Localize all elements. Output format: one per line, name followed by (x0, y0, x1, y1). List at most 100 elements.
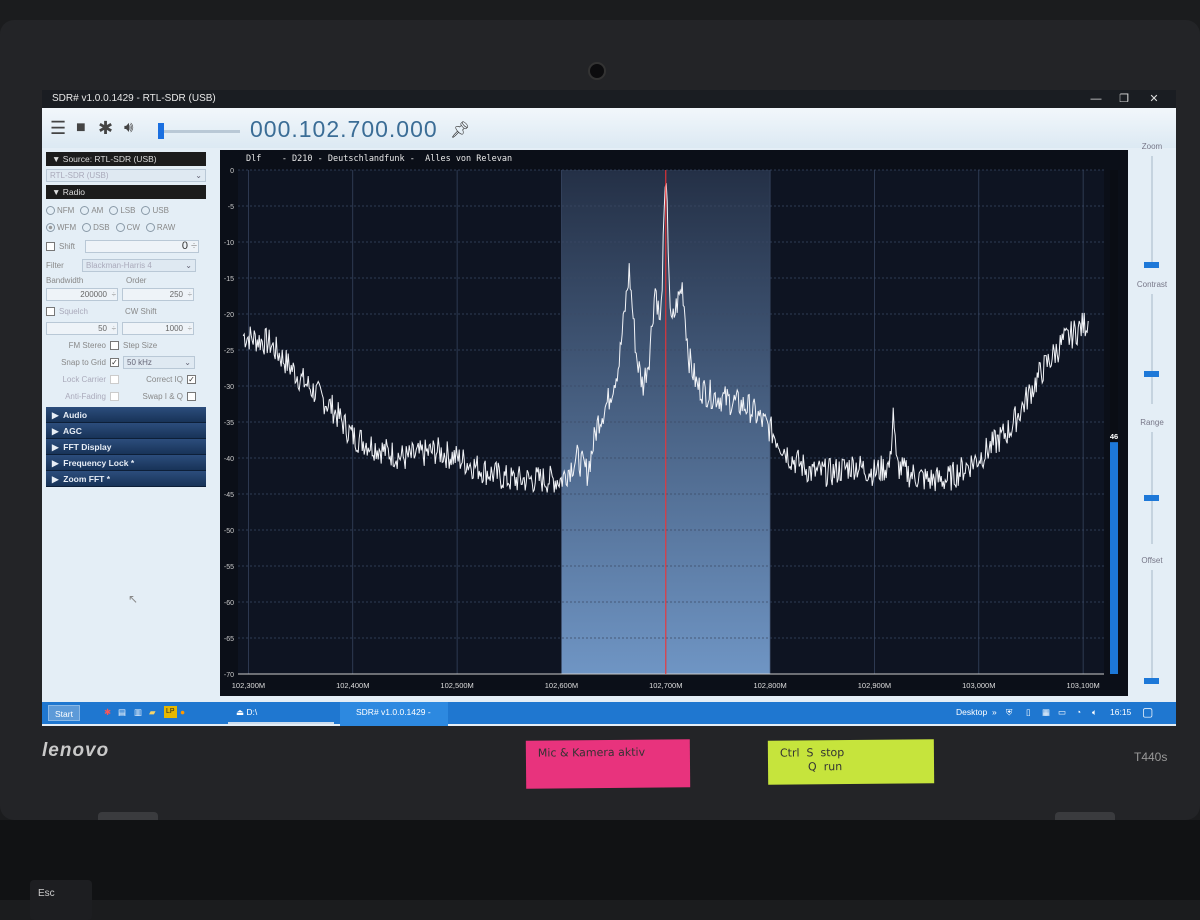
contrast-slider-thumb[interactable] (1144, 371, 1159, 377)
squelch-labels: Squelch CW Shift (46, 303, 206, 320)
squelch-row: 50 1000 (46, 320, 206, 337)
zoom-slider[interactable] (1151, 156, 1153, 268)
order-input[interactable]: 250 (122, 288, 194, 301)
section-audio[interactable]: ▶ Audio (46, 407, 206, 423)
shift-row: Shift 0 (46, 236, 206, 256)
folder-icon[interactable]: ▰ (149, 702, 156, 722)
spectrum-chart[interactable]: 0 -5 -10 -15 -20 -25 -30 -35 -40 -45 -50 -55 -60 -65 -… (220, 150, 1128, 696)
source-select[interactable]: RTL-SDR (USB) ⌄ (46, 169, 206, 182)
anti-fading-checkbox[interactable] (110, 392, 119, 401)
x-tick-label: 103,100M (1066, 681, 1099, 690)
mode-label: RAW (156, 222, 176, 232)
pin-icon[interactable]: 📌︎ (450, 120, 470, 140)
notifications-icon[interactable]: ▢ (1142, 702, 1153, 722)
mode-nfm[interactable]: NFM (46, 205, 75, 216)
firefox-icon[interactable]: ● (180, 702, 185, 722)
network-icon[interactable]: ▥ (134, 702, 142, 722)
source-select-value: RTL-SDR (USB) (50, 171, 109, 180)
note-line: Q run (779, 760, 843, 774)
contrast-slider[interactable] (1151, 294, 1153, 404)
speaker-icon[interactable]: 🔊︎ (124, 118, 133, 138)
bluetooth-icon[interactable]: ▦ (1042, 702, 1050, 722)
restore-button[interactable]: ❐ (1112, 90, 1136, 108)
zoom-slider-thumb[interactable] (1144, 262, 1159, 268)
title-bar: SDR# v1.0.0.1429 - RTL-SDR (USB) — ❐ ✕ (42, 90, 1176, 108)
collapsed-sections: ▶ Audio ▶ AGC ▶ FFT Display ▶ Frequency … (46, 407, 206, 487)
wifi-icon[interactable]: ◔ (1076, 702, 1081, 722)
menu-icon[interactable]: ☰ (50, 118, 66, 138)
taskbar-item-drive[interactable]: ⏏ D:\ (228, 702, 334, 724)
shift-checkbox[interactable] (46, 241, 55, 251)
mode-lsb[interactable]: LSB (109, 205, 136, 216)
start-button[interactable]: Start (48, 705, 80, 721)
volume-icon[interactable]: 🔈︎ (1092, 702, 1097, 722)
mode-usb[interactable]: USB (141, 206, 169, 216)
shift-input[interactable]: 0 (85, 239, 199, 253)
step-size-value: 50 kHz (127, 358, 152, 367)
signal-level-label: 46 (1110, 432, 1118, 441)
toolbar: ☰ ■ ✱ 🔊︎ 000.102.700.000 📌︎ (42, 108, 1176, 148)
bandwidth-input[interactable]: 200000 (46, 288, 118, 301)
section-fft-display[interactable]: ▶ FFT Display (46, 439, 206, 455)
section-frequency-lock[interactable]: ▶ Frequency Lock * (46, 455, 206, 471)
taskbar: Start ✱ ▤ ▥ ▰ LP ● ⏏ D:\ SDR# v1.0.0.142… (42, 702, 1176, 726)
sticky-note-green: Ctrl S stop Q run (767, 739, 935, 785)
fm-stereo-label: FM Stereo (68, 341, 106, 350)
range-slider[interactable] (1151, 432, 1153, 544)
desktop-toolbar[interactable]: Desktop (956, 702, 987, 722)
notepad-icon[interactable]: ▤ (118, 702, 126, 722)
filter-select[interactable]: Blackman-Harris 4 ⌄ (82, 258, 196, 272)
mode-am[interactable]: AM (80, 206, 103, 216)
usb-icon[interactable]: ▯ (1026, 702, 1031, 722)
step-size-select[interactable]: 50 kHz ⌄ (123, 356, 195, 369)
y-tick-label: -15 (224, 276, 234, 283)
volume-slider-thumb[interactable] (158, 123, 164, 139)
offset-slider[interactable] (1151, 570, 1153, 680)
battery-icon[interactable]: ▭ (1058, 702, 1066, 722)
minimize-button[interactable]: — (1084, 90, 1108, 108)
rds-text: Dlf - D210 - Deutschlandfunk - Alles von… (246, 154, 513, 164)
mode-label: LSB (120, 205, 136, 215)
close-button[interactable]: ✕ (1142, 90, 1166, 108)
section-zoom-fft[interactable]: ▶ Zoom FFT * (46, 471, 206, 487)
note-line: Ctrl S stop (779, 746, 845, 760)
mode-wfm[interactable]: WFM (46, 223, 76, 233)
correct-iq-checkbox[interactable]: ✓ (187, 375, 196, 384)
squelch-checkbox[interactable] (46, 307, 55, 316)
section-agc[interactable]: ▶ AGC (46, 423, 206, 439)
y-tick-label: -25 (224, 348, 234, 355)
mouse-cursor-icon: ↖ (128, 592, 139, 606)
squelch-input[interactable]: 50 (46, 322, 118, 335)
mode-dsb[interactable]: DSB (82, 223, 110, 233)
fm-stereo-checkbox[interactable] (110, 341, 119, 350)
frequency-display[interactable]: 000.102.700.000 (250, 116, 438, 143)
lp-icon[interactable]: LP (164, 706, 177, 718)
stop-icon[interactable]: ■ (76, 118, 86, 138)
mode-cw[interactable]: CW (115, 223, 140, 233)
lock-carrier-row: Lock Carrier Correct IQ ✓ (46, 371, 206, 388)
range-slider-thumb[interactable] (1144, 495, 1159, 501)
volume-slider[interactable] (158, 130, 240, 133)
esc-key[interactable]: Esc (30, 880, 92, 920)
security-icon[interactable]: ⛨ (1006, 702, 1012, 722)
chevron-down-icon: ⌄ (195, 171, 202, 180)
swap-iq-checkbox[interactable] (187, 392, 196, 401)
cw-shift-input[interactable]: 1000 (122, 322, 194, 335)
y-tick-label: -45 (224, 492, 234, 499)
snap-to-grid-checkbox[interactable]: ✓ (110, 358, 119, 367)
offset-slider-thumb[interactable] (1144, 678, 1159, 684)
lock-carrier-checkbox[interactable] (110, 375, 119, 384)
toolbar-expand[interactable]: » (992, 702, 997, 722)
anti-fading-row: Anti-Fading Swap I & Q (46, 388, 206, 405)
radio-header[interactable]: ▼ Radio (46, 185, 206, 199)
mode-label: NFM (57, 205, 75, 215)
taskbar-item-sdr[interactable]: SDR# v1.0.0.1429 - RT... (340, 702, 448, 726)
mode-raw[interactable]: RAW (145, 222, 176, 233)
app-launcher-icon[interactable]: ✱ (104, 702, 111, 722)
section-label: FFT Display (63, 442, 112, 452)
spectrum-analyzer[interactable]: 0 -5 -10 -15 -20 -25 -30 -35 -40 -45 -50 -55 -60 -65 -… (220, 150, 1128, 696)
clock[interactable]: 16:15 (1110, 702, 1131, 722)
mode-row-2: WFM DSB CW RAW (46, 219, 206, 236)
gear-icon[interactable]: ✱ (98, 118, 113, 138)
source-header[interactable]: ▼ Source: RTL-SDR (USB) (46, 152, 206, 166)
